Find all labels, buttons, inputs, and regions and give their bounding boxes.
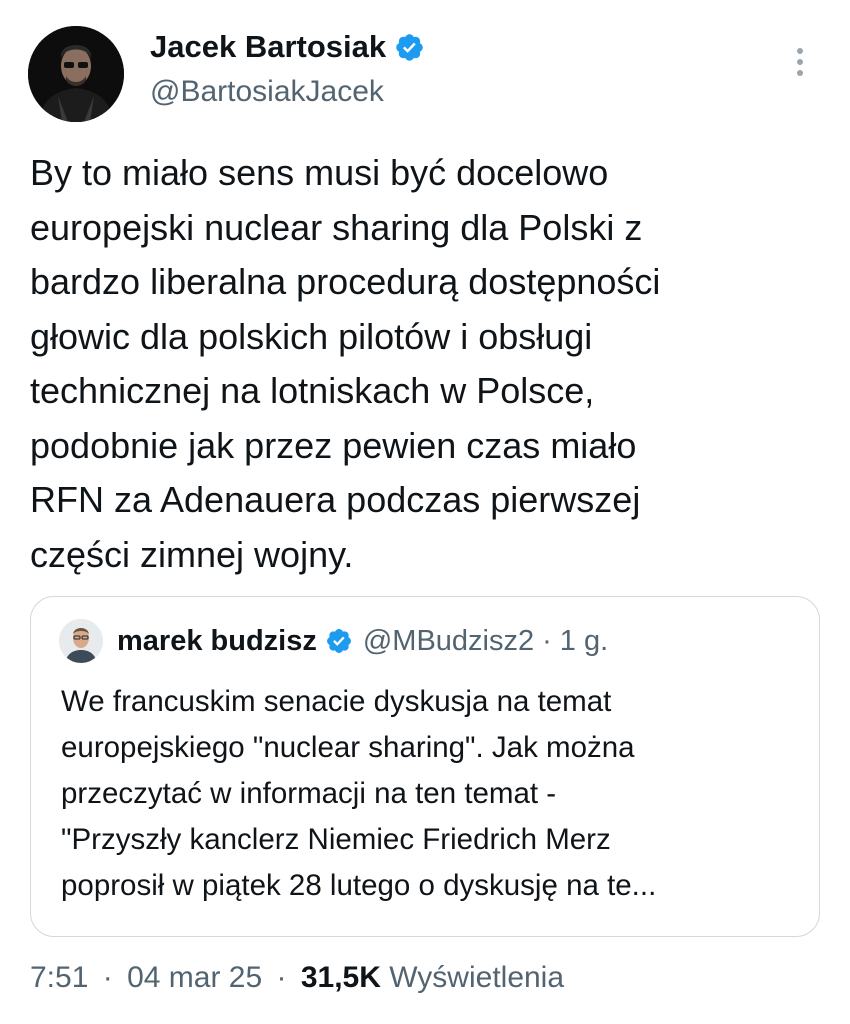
tweet-text-line: podobnie jak przez pewien czas miało bbox=[30, 424, 637, 466]
more-vertical-icon bbox=[797, 48, 803, 76]
verified-badge-icon bbox=[396, 33, 423, 61]
tweet-text: By to miało sens musi być docelowo europ… bbox=[30, 146, 820, 582]
author-avatar[interactable] bbox=[28, 26, 124, 122]
quoted-text-line: europejskiego "nuclear sharing". Jak moż… bbox=[61, 731, 635, 764]
tweet-text-line: bardzo liberalna procedurą dostępności bbox=[30, 261, 661, 302]
quoted-author-handle: @MBudzisz2 bbox=[362, 625, 535, 657]
tweet-text-line: By to miało sens musi być docelowo bbox=[30, 152, 609, 193]
author-header: Jacek Bartosiak bbox=[150, 28, 425, 66]
quoted-tweet-age: 1 g. bbox=[559, 625, 609, 657]
quoted-tweet-card[interactable]: marek budzisz @MBudzisz2 · 1 g. We franc… bbox=[30, 596, 820, 937]
tweet-date[interactable]: 04 mar 25 bbox=[127, 961, 262, 994]
more-options-button[interactable] bbox=[792, 46, 808, 82]
views-count: 31,5K bbox=[300, 961, 381, 994]
quoted-text-line: We francuskim senacie dyskusja na temat bbox=[61, 685, 612, 718]
quoted-author-name: marek budzisz bbox=[117, 625, 317, 657]
meta-separator: · bbox=[102, 961, 113, 994]
quoted-text-line: "Przyszły kanclerz Niemiec Friedrich Mer… bbox=[61, 823, 611, 856]
verified-badge-icon bbox=[326, 629, 351, 653]
tweet-text-line: RFN za Adenauera podczas pierwszej bbox=[30, 479, 641, 520]
author-name[interactable]: Jacek Bartosiak bbox=[150, 28, 386, 66]
tweet-text-line: głowic dla polskich pilotów i obsługi bbox=[30, 315, 593, 357]
quoted-meta-separator: · bbox=[542, 625, 552, 657]
tweet-metadata: 7:51 · 04 mar 25 · 31,5K Wyświetlenia bbox=[30, 958, 564, 998]
quoted-text-line: poprosił w piątek 28 lutego o dyskusję n… bbox=[61, 869, 657, 902]
tweet-text-line: europejski nuclear sharing dla Polski z bbox=[30, 206, 643, 248]
meta-separator: · bbox=[276, 961, 287, 994]
author-handle[interactable]: @BartosiakJacek bbox=[150, 74, 384, 110]
author-avatar-image bbox=[28, 26, 124, 122]
quoted-author-avatar-image bbox=[59, 619, 103, 663]
quoted-tweet-header: marek budzisz @MBudzisz2 · 1 g. bbox=[117, 623, 608, 659]
views-label: Wyświetlenia bbox=[389, 961, 565, 994]
tweet-time[interactable]: 7:51 bbox=[30, 961, 88, 994]
tweet-text-line: części zimnej wojny. bbox=[30, 533, 354, 575]
quoted-author-avatar[interactable] bbox=[59, 619, 103, 663]
tweet-text-line: technicznej na lotniskach w Polsce, bbox=[30, 370, 595, 411]
quoted-tweet-text: We francuskim senacie dyskusja na temat … bbox=[61, 679, 801, 909]
quoted-text-line: przeczytać w informacji na ten temat - bbox=[61, 777, 557, 810]
